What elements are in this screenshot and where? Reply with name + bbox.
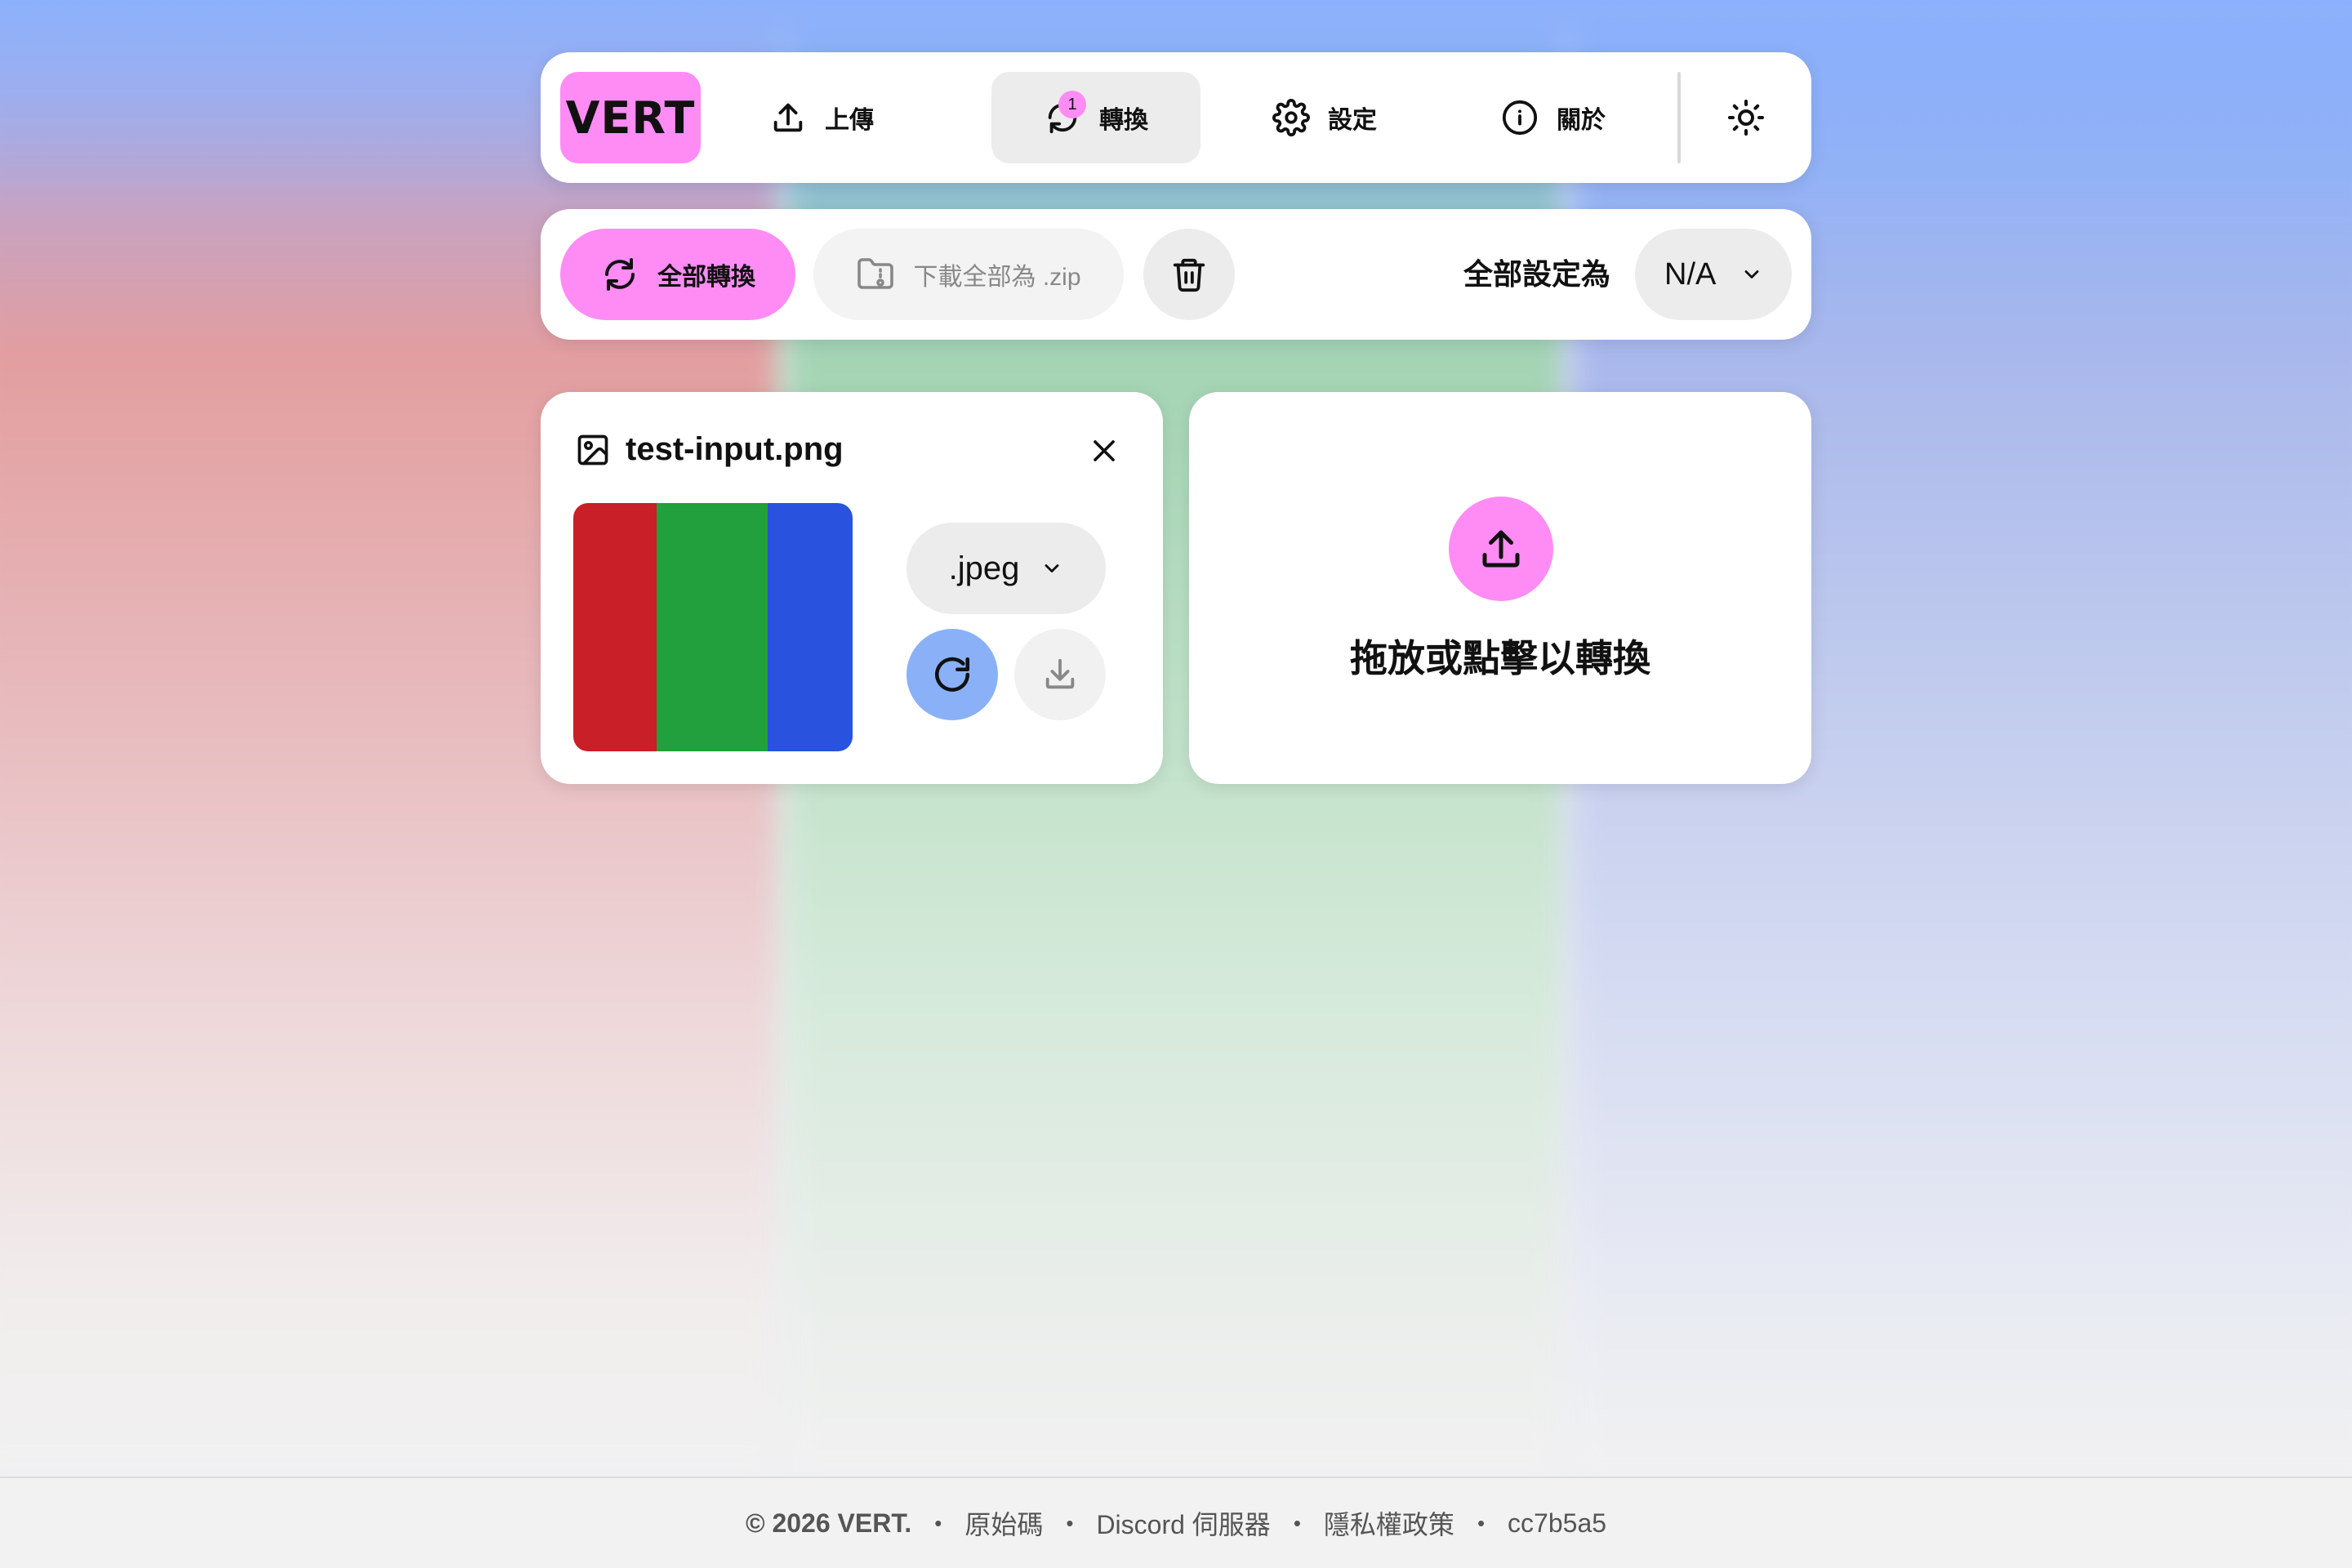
file-thumbnail (573, 503, 853, 751)
footer-source-link[interactable]: 原始碼 (964, 1504, 1043, 1542)
convert-all-button[interactable]: 全部轉換 (560, 229, 795, 320)
nav-settings-label: 設定 (1328, 107, 1377, 134)
nav-about[interactable]: 關於 (1449, 72, 1658, 163)
thumbnail-stripe-blue (768, 503, 853, 751)
footer-discord-link[interactable]: Discord 伺服器 (1096, 1504, 1270, 1542)
convert-count-badge: 1 (1058, 91, 1086, 118)
footer-separator: • (1293, 1510, 1301, 1535)
download-zip-label: 下載全部為 .zip (913, 264, 1081, 291)
nav-convert[interactable]: 1 轉換 (991, 72, 1200, 163)
upload-icon (773, 103, 803, 132)
footer-commit-link[interactable]: cc7b5a5 (1508, 1508, 1606, 1539)
nav-upload[interactable]: 上傳 (717, 72, 926, 163)
output-format-value: .jpeg (948, 550, 1020, 586)
rotate-cw-icon (935, 657, 970, 692)
file-header: test-input.png (575, 431, 844, 468)
nav-settings[interactable]: 設定 (1220, 72, 1429, 163)
thumbnail-stripe-red (573, 503, 657, 751)
clear-all-button[interactable] (1143, 229, 1235, 320)
theme-toggle-button[interactable] (1717, 88, 1775, 147)
footer-separator: • (934, 1510, 942, 1535)
footer-copyright: © 2026 VERT. (745, 1508, 912, 1538)
footer-privacy-link[interactable]: 隱私權政策 (1324, 1504, 1454, 1542)
convert-all-label: 全部轉換 (657, 264, 755, 291)
info-icon (1502, 100, 1538, 136)
gear-icon (1272, 99, 1310, 136)
navbar: VERT 上傳 1 轉換 設定 關於 (541, 52, 1811, 183)
dropzone-text: 拖放或點擊以轉換 (1350, 637, 1650, 679)
image-icon (577, 434, 608, 465)
nav-convert-label: 轉換 (1099, 107, 1148, 134)
footer: © 2026 VERT. • 原始碼 • Discord 伺服器 • 隱私權政策… (0, 1477, 2352, 1568)
file-card: test-input.png .jpeg (541, 392, 1163, 784)
thumbnail-stripe-green (657, 503, 768, 751)
set-all-label: 全部設定為 (1463, 257, 1611, 291)
dropzone-upload-button[interactable] (1449, 497, 1553, 601)
nav-about-label: 關於 (1557, 107, 1606, 134)
upload-icon (1482, 530, 1520, 568)
file-name: test-input.png (626, 431, 844, 467)
nav-upload-label: 上傳 (825, 107, 874, 134)
dropzone-card[interactable]: 拖放或點擊以轉換 (1189, 392, 1811, 784)
set-all-value: N/A (1664, 256, 1717, 292)
set-all-format-select[interactable]: N/A (1635, 229, 1792, 320)
download-zip-button[interactable]: 下載全部為 .zip (813, 229, 1124, 320)
sun-icon (1728, 100, 1764, 136)
footer-separator: • (1477, 1510, 1486, 1535)
remove-file-button[interactable] (1086, 433, 1122, 469)
convert-file-button[interactable] (906, 629, 998, 720)
footer-separator: • (1066, 1510, 1074, 1535)
logo[interactable]: VERT (560, 72, 701, 163)
refresh-icon (605, 258, 635, 291)
output-format-select[interactable]: .jpeg (906, 523, 1106, 614)
folder-archive-icon (858, 258, 894, 289)
conversion-toolbar: 全部轉換 下載全部為 .zip 全部設定為 N/A (541, 209, 1811, 340)
chevron-down-icon (1045, 564, 1059, 572)
close-icon (1094, 440, 1115, 461)
download-file-button[interactable] (1014, 629, 1106, 720)
trash-icon (1173, 258, 1205, 292)
chevron-down-icon (1744, 270, 1759, 278)
nav-divider (1677, 72, 1681, 163)
download-icon (1045, 658, 1075, 689)
